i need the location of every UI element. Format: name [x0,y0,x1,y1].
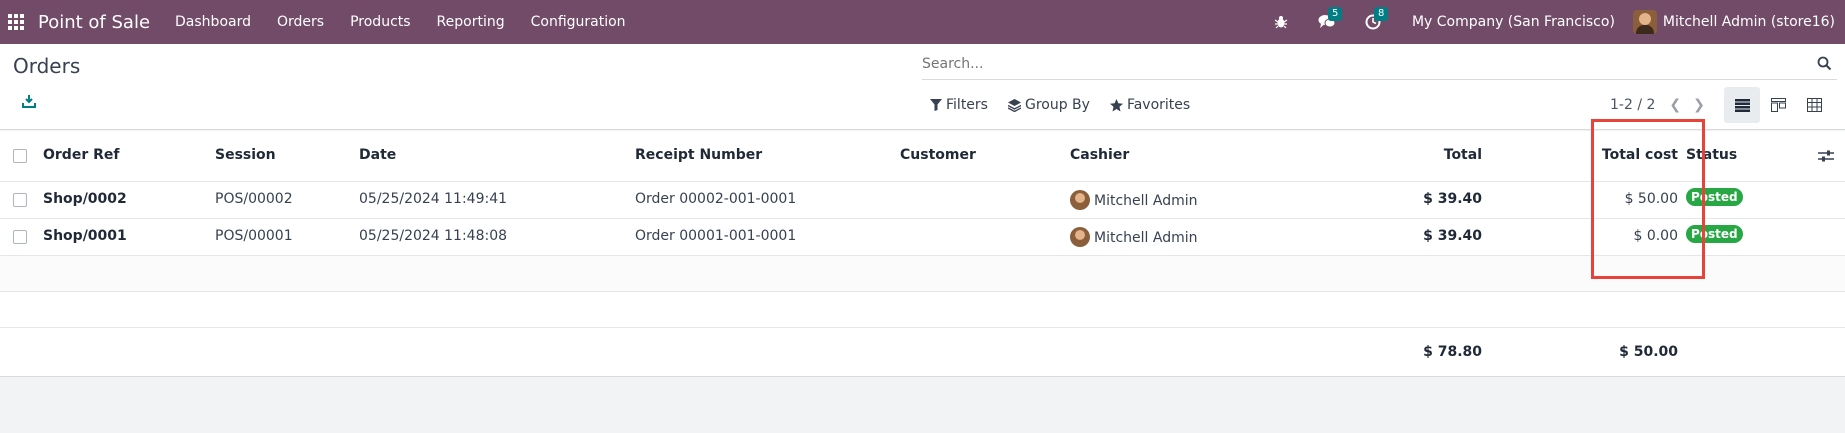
col-receipt-number[interactable]: Receipt Number [635,147,762,163]
list-view-button[interactable] [1724,87,1760,123]
pager-previous-icon[interactable]: ❮ [1669,97,1681,113]
activities-badge: 8 [1373,7,1389,21]
cashier: Mitchell Admin [1070,227,1198,248]
session: POS/00001 [215,228,293,244]
messages-badge: 5 [1327,7,1343,21]
status-label: Posted [1686,188,1743,206]
search-options: Filters Group By Favorites [930,93,1210,117]
search-icon[interactable] [1817,56,1833,72]
search-input[interactable] [922,50,1802,78]
user-name: Mitchell Admin (store16) [1662,14,1835,30]
download-icon[interactable] [22,94,38,110]
table-header: Order Ref Session Date Receipt Number Cu… [0,131,1845,182]
navbar-systray: 5 8 My Company (San Francisco) Mitchell … [1258,0,1845,44]
order-ref: Shop/0002 [43,191,127,207]
pivot-view-button[interactable] [1796,87,1832,123]
empty-row [0,256,1845,292]
bug-icon[interactable] [1270,11,1292,33]
view-switcher [1724,87,1832,123]
table-row[interactable]: Shop/0002 POS/00002 05/25/2024 11:49:41 … [0,182,1845,219]
page-title: Orders [13,54,81,78]
cashier: Mitchell Admin [1070,190,1198,211]
table-footer: $ 78.80 $ 50.00 [0,328,1845,377]
col-cashier[interactable]: Cashier [1070,147,1129,163]
col-date[interactable]: Date [359,147,396,163]
total-cost: $ 0.00 [1633,228,1678,244]
col-status[interactable]: Status [1686,147,1737,163]
col-session[interactable]: Session [215,147,276,163]
table-row[interactable]: Shop/0001 POS/00001 05/25/2024 11:48:08 … [0,219,1845,256]
app-name[interactable]: Point of Sale [38,12,150,33]
cashier-name: Mitchell Admin [1094,193,1198,209]
status-label: Posted [1686,225,1743,243]
receipt-number: Order 00001-001-0001 [635,228,797,244]
cashier-avatar [1070,227,1090,247]
company-switcher[interactable]: My Company (San Francisco) [1412,14,1615,30]
search-bar [922,50,1837,80]
menu-products[interactable]: Products [337,14,423,30]
messages-icon[interactable]: 5 [1316,7,1343,33]
col-total[interactable]: Total [1444,147,1482,163]
date: 05/25/2024 11:48:08 [359,228,508,244]
control-panel: Orders Filters Group By Favorites 1-2 / … [0,44,1845,130]
list-view-icon [1734,98,1750,112]
col-total-cost[interactable]: Total cost [1602,147,1678,163]
menu-reporting[interactable]: Reporting [424,14,518,30]
pager: 1-2 / 2 ❮ ❯ [1610,93,1705,117]
select-all-checkbox[interactable] [13,149,27,163]
filters-label: Filters [946,97,988,113]
cashier-avatar [1070,190,1090,210]
col-customer[interactable]: Customer [900,147,976,163]
col-order-ref[interactable]: Order Ref [43,147,119,163]
menu-orders[interactable]: Orders [264,14,337,30]
favorites-label: Favorites [1126,97,1191,113]
filters-button[interactable]: Filters [930,97,988,113]
order-ref: Shop/0001 [43,228,127,244]
star-icon [1109,98,1123,111]
total-cost: $ 50.00 [1624,191,1678,207]
status-badge: Posted [1686,188,1743,207]
pager-value[interactable]: 1-2 / 2 [1610,97,1655,113]
footer-total-cost: $ 50.00 [1619,344,1678,360]
date: 05/25/2024 11:49:41 [359,191,508,207]
user-avatar [1632,10,1657,34]
top-navbar: Point of Sale Dashboard Orders Products … [0,0,1845,44]
kanban-view-icon [1770,98,1786,112]
filter-icon [930,99,942,111]
apps-menu-icon[interactable] [8,14,24,30]
column-settings-icon[interactable] [1818,149,1834,167]
activities-clock-icon[interactable]: 8 [1362,7,1389,33]
receipt-number: Order 00002-001-0001 [635,191,797,207]
row-checkbox[interactable] [13,230,27,244]
footer-total: $ 78.80 [1423,344,1482,360]
user-menu[interactable]: Mitchell Admin (store16) [1632,10,1835,34]
status-badge: Posted [1686,225,1743,244]
group-by-button[interactable]: Group By [1007,97,1090,113]
total: $ 39.40 [1423,228,1482,244]
table-grid-icon [1806,98,1822,112]
pager-next-icon[interactable]: ❯ [1693,97,1705,113]
layers-icon [1007,98,1021,112]
total: $ 39.40 [1423,191,1482,207]
group-by-label: Group By [1024,97,1090,113]
kanban-view-button[interactable] [1760,87,1796,123]
menu-dashboard[interactable]: Dashboard [162,14,264,30]
favorites-button[interactable]: Favorites [1109,97,1191,113]
session: POS/00002 [215,191,293,207]
menu-configuration[interactable]: Configuration [518,14,639,30]
empty-row [0,292,1845,328]
orders-table: Order Ref Session Date Receipt Number Cu… [0,131,1845,377]
cashier-name: Mitchell Admin [1094,230,1198,246]
row-checkbox[interactable] [13,193,27,207]
